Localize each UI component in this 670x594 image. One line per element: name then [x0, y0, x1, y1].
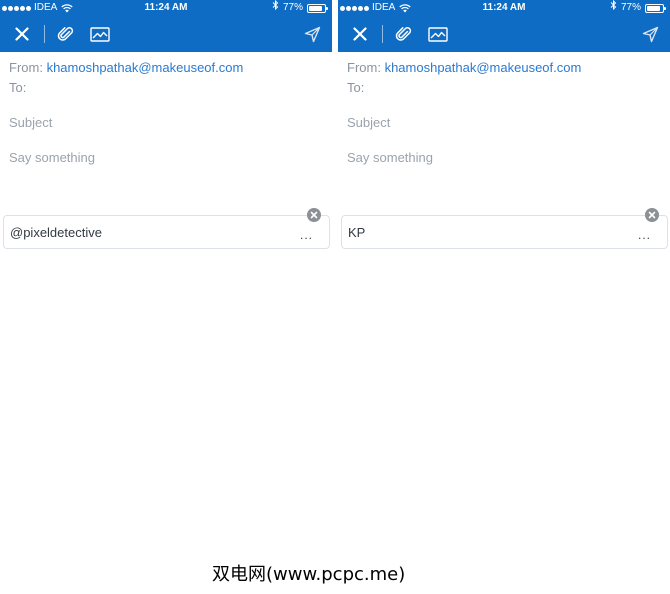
- image-icon: [428, 26, 448, 42]
- remove-circle-icon: [648, 211, 656, 219]
- to-field[interactable]: To:: [9, 80, 319, 98]
- message-body-field[interactable]: Say something: [9, 150, 319, 165]
- close-icon: [15, 27, 29, 41]
- more-options-button[interactable]: ...: [300, 229, 313, 241]
- compose-screen-right: IDEA 11:24 AM 77% From: khamoshpathak@ma…: [338, 0, 670, 594]
- from-address[interactable]: khamoshpathak@makeuseof.com: [47, 60, 244, 75]
- attach-button[interactable]: [54, 22, 78, 46]
- close-icon: [353, 27, 367, 41]
- subject-field[interactable]: Subject: [9, 115, 319, 130]
- remove-signature-button[interactable]: [307, 208, 321, 222]
- insert-image-button[interactable]: [426, 22, 450, 46]
- signature-text: KP: [348, 225, 366, 240]
- subject-field[interactable]: Subject: [347, 115, 657, 130]
- bluetooth-icon: [272, 0, 279, 16]
- status-right: 77%: [610, 0, 666, 16]
- send-button[interactable]: [638, 22, 662, 46]
- toolbar-divider: [44, 25, 45, 43]
- toolbar-divider: [382, 25, 383, 43]
- send-button[interactable]: [300, 22, 324, 46]
- remove-signature-button[interactable]: [645, 208, 659, 222]
- from-row: From: khamoshpathak@makeuseof.com: [9, 60, 243, 75]
- from-label: From:: [347, 60, 381, 75]
- watermark-text: 双电网(www.pcpc.me): [212, 564, 406, 585]
- signature-card[interactable]: KP ...: [341, 215, 668, 249]
- attach-button[interactable]: [392, 22, 416, 46]
- status-bar: IDEA 11:24 AM 77%: [0, 0, 332, 16]
- battery-icon: [307, 3, 328, 13]
- send-icon: [642, 26, 658, 42]
- signature-text: @pixeldetective: [10, 225, 102, 240]
- compose-screen-left: IDEA 11:24 AM 77% From: khamoshpathak@ma…: [0, 0, 332, 594]
- from-address[interactable]: khamoshpathak@makeuseof.com: [385, 60, 582, 75]
- status-right: 77%: [272, 0, 328, 16]
- to-label: To:: [347, 80, 365, 95]
- compose-toolbar: [338, 16, 670, 52]
- bluetooth-icon: [610, 0, 617, 16]
- insert-image-button[interactable]: [88, 22, 112, 46]
- send-icon: [304, 26, 320, 42]
- message-body-field[interactable]: Say something: [347, 150, 657, 165]
- compose-toolbar: [0, 16, 332, 52]
- image-icon: [90, 26, 110, 42]
- to-field[interactable]: To:: [347, 80, 657, 98]
- battery-percent: 77%: [620, 2, 641, 13]
- screenshot-stage: IDEA 11:24 AM 77% From: khamoshpathak@ma…: [0, 0, 670, 594]
- close-button[interactable]: [10, 22, 34, 46]
- paperclip-icon: [395, 27, 412, 41]
- from-row: From: khamoshpathak@makeuseof.com: [347, 60, 581, 75]
- signature-card[interactable]: @pixeldetective ...: [3, 215, 330, 249]
- battery-percent: 77%: [282, 2, 303, 13]
- paperclip-icon: [57, 27, 74, 41]
- to-label: To:: [9, 80, 27, 95]
- battery-icon: [645, 3, 666, 13]
- from-label: From:: [9, 60, 43, 75]
- more-options-button[interactable]: ...: [638, 229, 651, 241]
- close-button[interactable]: [348, 22, 372, 46]
- status-bar: IDEA 11:24 AM 77%: [338, 0, 670, 16]
- remove-circle-icon: [310, 211, 318, 219]
